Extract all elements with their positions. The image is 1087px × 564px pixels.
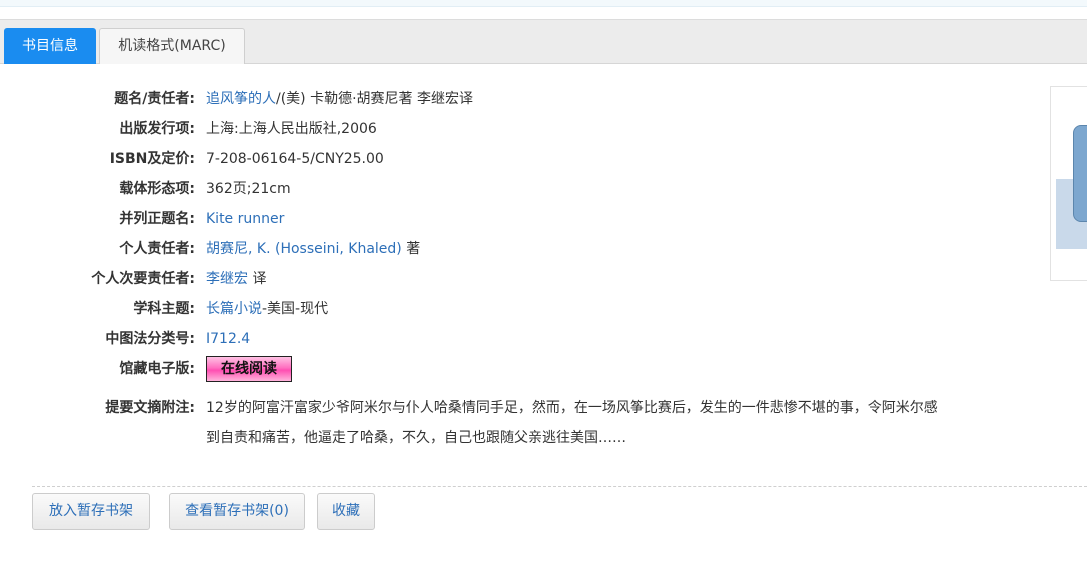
row-clc: 中图法分类号: I712.4	[0, 324, 960, 354]
view-shelf-button[interactable]: 查看暂存书架(0)	[169, 493, 305, 530]
label-subject: 学科主题:	[133, 301, 195, 317]
value-secondary-author: 李继宏 译	[206, 264, 266, 294]
row-isbn: ISBN及定价: 7-208-06164-5/CNY25.00	[0, 144, 960, 174]
row-publish: 出版发行项: 上海:上海人民出版社,2006	[0, 114, 960, 144]
title-link[interactable]: 追风筝的人	[206, 91, 276, 107]
label-isbn: ISBN及定价:	[109, 151, 195, 167]
author-link[interactable]: 胡赛尼, K. (Hosseini, Khaled)	[206, 241, 402, 257]
subject-rest: -美国-现代	[262, 301, 329, 317]
value-parallel-title: Kite runner	[206, 204, 284, 234]
value-publish: 上海:上海人民出版社,2006	[206, 121, 377, 137]
value-clc: I712.4	[206, 324, 250, 354]
book-cover-image	[1050, 86, 1087, 281]
parallel-title-link[interactable]: Kite runner	[206, 211, 284, 227]
row-subject: 学科主题: 长篇小说-美国-现代	[0, 294, 960, 324]
row-ebook: 馆藏电子版: 在线阅读	[0, 354, 960, 384]
row-abstract: 提要文摘附注: 12岁的阿富汗富家少爷阿米尔与仆人哈桑情同手足，然而，在一场风筝…	[0, 393, 960, 453]
tab-marc[interactable]: 机读格式(MARC)	[99, 28, 245, 64]
secondary-author-link[interactable]: 李继宏	[206, 271, 248, 287]
read-online-button[interactable]: 在线阅读	[206, 356, 292, 382]
row-physical: 载体形态项: 362页;21cm	[0, 174, 960, 204]
value-ebook: 在线阅读	[206, 354, 292, 384]
label-physical: 载体形态项:	[119, 181, 195, 197]
row-parallel-title: 并列正题名: Kite runner	[0, 204, 960, 234]
clc-link[interactable]: I712.4	[206, 331, 250, 347]
value-isbn: 7-208-06164-5/CNY25.00	[206, 151, 384, 167]
secondary-author-role: 译	[252, 271, 267, 287]
add-to-shelf-button[interactable]: 放入暂存书架	[32, 493, 150, 530]
actions-divider	[32, 486, 1087, 487]
top-strip	[0, 0, 1087, 7]
label-ebook: 馆藏电子版:	[119, 361, 195, 377]
label-publish: 出版发行项:	[119, 121, 195, 137]
author-role: 著	[406, 241, 421, 257]
title-responsibility: /(美) 卡勒德·胡赛尼著 李继宏译	[276, 91, 473, 107]
label-parallel-title: 并列正题名:	[119, 211, 195, 227]
row-title: 题名/责任者: 追风筝的人/(美) 卡勒德·胡赛尼著 李继宏译	[0, 84, 960, 114]
row-secondary-author: 个人次要责任者: 李继宏 译	[0, 264, 960, 294]
label-secondary-author: 个人次要责任者:	[91, 271, 195, 287]
favorite-button[interactable]: 收藏	[317, 493, 375, 530]
value-author: 胡赛尼, K. (Hosseini, Khaled) 著	[206, 234, 420, 264]
value-abstract: 12岁的阿富汗富家少爷阿米尔与仆人哈桑情同手足，然而，在一场风筝比赛后，发生的一…	[206, 400, 938, 446]
row-author: 个人责任者: 胡赛尼, K. (Hosseini, Khaled) 著	[0, 234, 960, 264]
cover-book-shape	[1073, 125, 1087, 222]
value-subject: 长篇小说-美国-现代	[206, 294, 328, 324]
label-author: 个人责任者:	[119, 241, 195, 257]
value-physical: 362页;21cm	[206, 181, 291, 197]
label-abstract: 提要文摘附注:	[105, 400, 195, 416]
label-title: 题名/责任者:	[114, 91, 195, 107]
value-title: 追风筝的人/(美) 卡勒德·胡赛尼著 李继宏译	[206, 84, 473, 114]
label-clc: 中图法分类号:	[105, 331, 195, 347]
tab-bibliographic-info[interactable]: 书目信息	[4, 28, 96, 64]
tab-strip: 书目信息 机读格式(MARC)	[0, 20, 1087, 64]
subject-link[interactable]: 长篇小说	[206, 301, 262, 317]
